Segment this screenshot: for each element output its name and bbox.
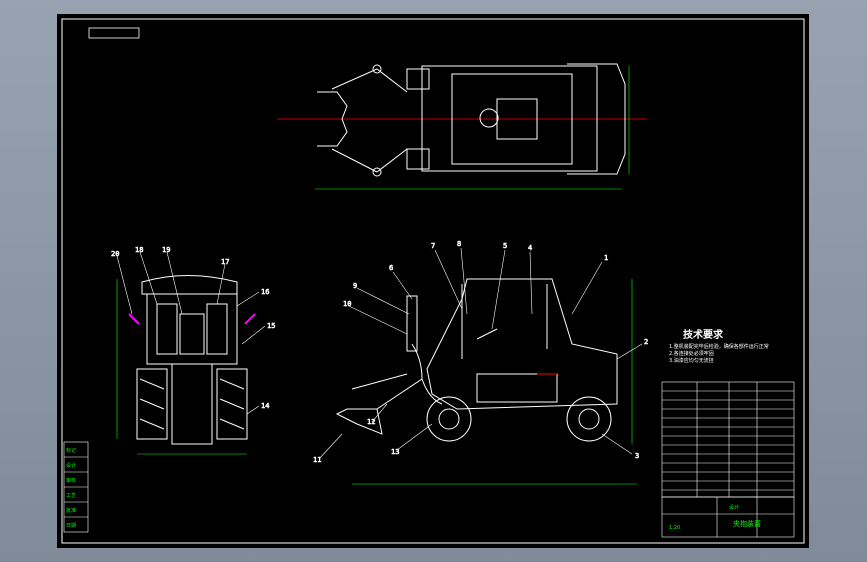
callout-15: 15 — [267, 322, 275, 330]
callout-18: 18 — [135, 246, 143, 254]
rev-cell-0: 标记 — [66, 447, 76, 454]
callout-9: 9 — [353, 282, 357, 290]
parts-rows — [662, 390, 794, 491]
side-front-wheel — [426, 396, 472, 442]
callout-4: 4 — [528, 244, 532, 252]
parts-table — [661, 381, 795, 498]
leader-14 — [246, 405, 260, 415]
rev-cell-1: 设计 — [66, 462, 76, 469]
drawing-canvas: 1 2 3 4 5 6 7 8 9 10 11 12 13 14 15 16 1… — [61, 18, 805, 544]
side-chassis-panel — [476, 373, 558, 403]
callout-17: 17 — [221, 258, 229, 266]
side-steering — [476, 328, 498, 340]
leader-4 — [529, 251, 533, 315]
front-mast-right — [206, 303, 228, 355]
leader-19 — [166, 251, 183, 315]
tb-name: 夹抱装置 — [733, 519, 761, 528]
leader-13 — [396, 423, 433, 451]
callout-1: 1 — [604, 254, 608, 262]
callout-8: 8 — [457, 240, 461, 248]
side-body — [426, 278, 618, 410]
app-background: 1 2 3 4 5 6 7 8 9 10 11 12 13 14 15 16 1… — [0, 0, 867, 562]
side-view[interactable] — [335, 278, 637, 485]
side-front-hub — [438, 408, 460, 430]
leader-6 — [392, 271, 413, 300]
technical-notes: 技术要求 1.整机装配完毕后检验，确保各部件运行正常 2.各连接处必须牢固 3.… — [669, 328, 769, 364]
notes-line-1: 1.整机装配完毕后检验，确保各部件运行正常 — [669, 343, 769, 350]
callout-10: 10 — [343, 300, 351, 308]
front-tread — [139, 378, 245, 430]
drawing-sheet[interactable]: 1 2 3 4 5 6 7 8 9 10 11 12 13 14 15 16 1… — [57, 14, 809, 548]
leader-11 — [318, 433, 343, 460]
top-mast-left — [406, 68, 430, 90]
side-rear-hub — [578, 408, 600, 430]
code-box — [88, 27, 140, 39]
leader-3 — [601, 433, 633, 455]
leader-9 — [356, 287, 410, 315]
leader-2 — [616, 343, 643, 360]
notes-heading: 技术要求 — [683, 328, 724, 341]
front-mast-left — [156, 303, 178, 355]
callout-14: 14 — [261, 402, 269, 410]
leader-5 — [491, 249, 506, 330]
callout-5: 5 — [503, 242, 507, 250]
leader-15 — [241, 325, 266, 345]
side-clamp-arm-2 — [351, 373, 408, 390]
top-body — [421, 65, 598, 172]
front-axle-housing — [171, 363, 213, 445]
top-steering — [479, 108, 499, 128]
inner-border — [61, 18, 805, 544]
callout-19: 19 — [162, 246, 170, 254]
parts-list[interactable] — [661, 381, 795, 538]
leader-20 — [116, 255, 133, 315]
rev-cell-3: 工艺 — [66, 493, 76, 499]
top-arm-upper-2 — [376, 68, 408, 93]
rev-cell-4: 批准 — [66, 507, 76, 514]
top-arm-upper — [331, 68, 378, 90]
front-roof — [141, 275, 238, 295]
callouts: 1 2 3 4 5 6 7 8 9 10 11 12 13 14 15 16 1… — [111, 240, 649, 465]
top-arm-lower — [331, 148, 378, 173]
callout-11: 11 — [313, 456, 321, 464]
callout-7: 7 — [431, 242, 435, 250]
side-clamp-arm — [376, 378, 423, 410]
callout-16: 16 — [261, 288, 269, 296]
top-arm-lower-2 — [376, 148, 408, 173]
title-block — [661, 496, 795, 538]
front-carriage — [179, 313, 205, 355]
side-mast — [406, 295, 418, 352]
front-view[interactable] — [116, 275, 256, 455]
tb-org: 设计 — [729, 504, 739, 511]
rev-cell-5: 日期 — [66, 523, 76, 529]
leader-10 — [348, 305, 408, 335]
side-hydraulic-line — [411, 343, 443, 405]
notes-line-3: 3.油漆应均匀无流挂 — [669, 357, 714, 364]
callout-3: 3 — [635, 452, 639, 460]
callout-20: 20 — [111, 250, 119, 258]
callout-13: 13 — [391, 448, 399, 456]
leader-17 — [216, 263, 226, 305]
callout-6: 6 — [389, 264, 393, 272]
leader-1 — [571, 261, 603, 315]
notes-line-2: 2.各连接处必须牢固 — [669, 350, 714, 357]
leader-16 — [236, 291, 260, 307]
front-clamp-left — [128, 313, 140, 325]
tb-scale: 1:20 — [669, 525, 680, 531]
callout-2: 2 — [644, 338, 648, 346]
top-view[interactable] — [277, 63, 647, 190]
revision-table[interactable] — [63, 441, 89, 533]
front-clamp-right — [244, 313, 256, 325]
side-rear-wheel — [566, 396, 612, 442]
leader-7 — [434, 249, 463, 310]
callout-12: 12 — [367, 418, 375, 426]
rev-cell-2: 审核 — [66, 477, 76, 484]
side-cabin-posts — [461, 284, 548, 359]
leader-18 — [139, 251, 158, 305]
top-mast-right — [406, 148, 430, 170]
